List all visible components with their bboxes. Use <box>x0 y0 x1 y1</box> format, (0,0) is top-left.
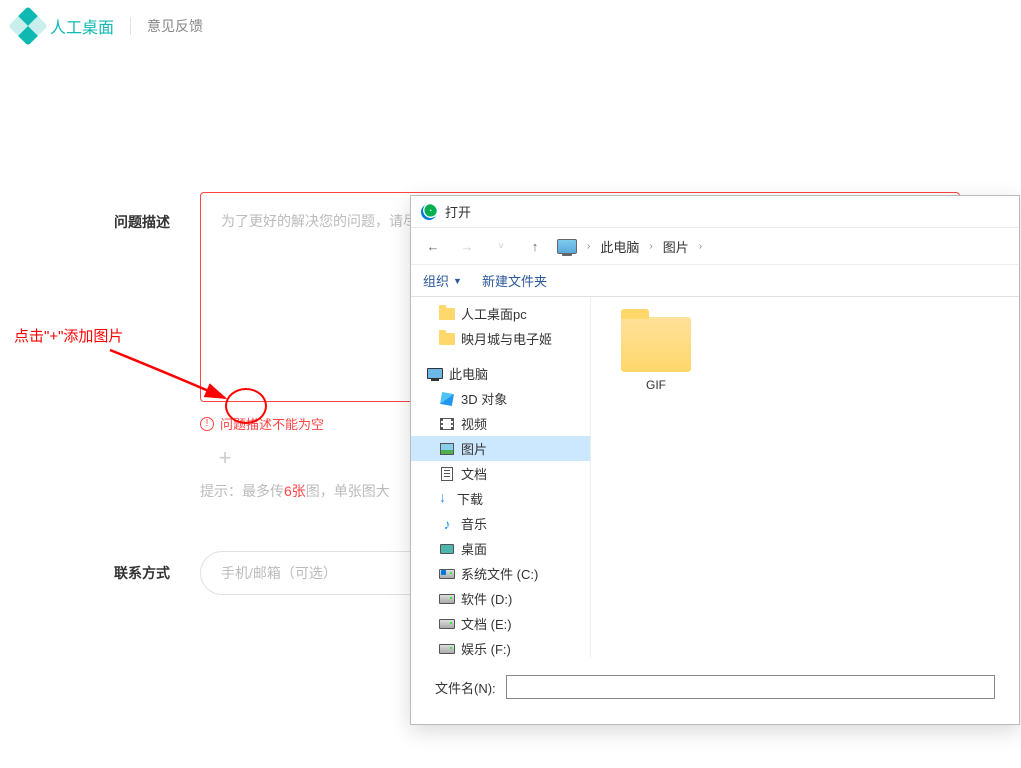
tree-item-videos[interactable]: 视频 <box>411 411 590 436</box>
logo-icon <box>8 6 48 46</box>
chevron-right-icon: › <box>587 241 590 252</box>
app-logo: 人工桌面 <box>14 12 114 40</box>
contact-placeholder: 手机/邮箱（可选） <box>221 563 337 583</box>
dialog-toolbar: 组织▼ 新建文件夹 <box>411 265 1019 297</box>
chevron-right-icon: › <box>649 241 652 252</box>
tree-item-quick1[interactable]: 人工桌面pc <box>411 301 590 326</box>
page-title: 意见反馈 <box>147 16 203 36</box>
dialog-nav: ← → ˅ ↑ › 此电脑 › 图片 › <box>411 228 1019 265</box>
add-image-button[interactable]: + <box>200 443 250 473</box>
folder-content: GIF <box>591 297 1019 657</box>
folder-label: GIF <box>646 378 666 392</box>
app-header: 人工桌面 意见反馈 <box>0 0 1021 52</box>
dialog-titlebar: 打开 <box>411 196 1019 228</box>
tree-item-this-pc[interactable]: 此电脑 <box>411 361 590 386</box>
file-open-dialog: 打开 ← → ˅ ↑ › 此电脑 › 图片 › 组织▼ 新建文件夹 人工桌面pc… <box>410 195 1020 725</box>
breadcrumb-this-pc[interactable]: 此电脑 <box>600 237 639 256</box>
tree-item-downloads[interactable]: 下载 <box>411 486 590 511</box>
divider <box>130 17 131 35</box>
description-label: 问题描述 <box>0 192 200 232</box>
annotation-circle <box>225 388 267 424</box>
tree-item-desktop[interactable]: 桌面 <box>411 536 590 561</box>
filename-input[interactable] <box>506 675 995 699</box>
dialog-title: 打开 <box>445 202 471 221</box>
folder-tree: 人工桌面pc 映月城与电子姬 此电脑 3D 对象 视频 图片 文档 下载 音乐 … <box>411 297 591 657</box>
folder-icon <box>621 317 691 372</box>
tree-item-3d-objects[interactable]: 3D 对象 <box>411 386 590 411</box>
breadcrumb-pictures[interactable]: 图片 <box>663 237 689 256</box>
tree-item-quick2[interactable]: 映月城与电子姬 <box>411 326 590 351</box>
tree-item-drive-d[interactable]: 软件 (D:) <box>411 586 590 611</box>
tree-item-drive-f[interactable]: 娱乐 (F:) <box>411 636 590 657</box>
this-pc-icon <box>557 239 577 254</box>
error-icon: ! <box>200 417 214 431</box>
tree-item-music[interactable]: 音乐 <box>411 511 590 536</box>
chevron-right-icon: › <box>699 241 702 252</box>
folder-gif[interactable]: GIF <box>611 317 701 392</box>
tree-item-drive-e[interactable]: 文档 (E:) <box>411 611 590 636</box>
nav-back-button[interactable]: ← <box>421 234 445 258</box>
contact-label: 联系方式 <box>0 551 200 583</box>
nav-recent-button[interactable]: ˅ <box>489 234 513 258</box>
tree-item-pictures[interactable]: 图片 <box>411 436 590 461</box>
nav-forward-button[interactable]: → <box>455 234 479 258</box>
filename-label: 文件名(N): <box>435 678 496 697</box>
app-icon <box>421 204 437 220</box>
organize-menu[interactable]: 组织▼ <box>423 271 462 290</box>
nav-up-button[interactable]: ↑ <box>523 234 547 258</box>
tree-item-documents[interactable]: 文档 <box>411 461 590 486</box>
app-name: 人工桌面 <box>50 14 114 38</box>
annotation-arrow <box>100 340 240 410</box>
tree-item-drive-c[interactable]: 系统文件 (C:) <box>411 561 590 586</box>
new-folder-button[interactable]: 新建文件夹 <box>482 271 547 290</box>
